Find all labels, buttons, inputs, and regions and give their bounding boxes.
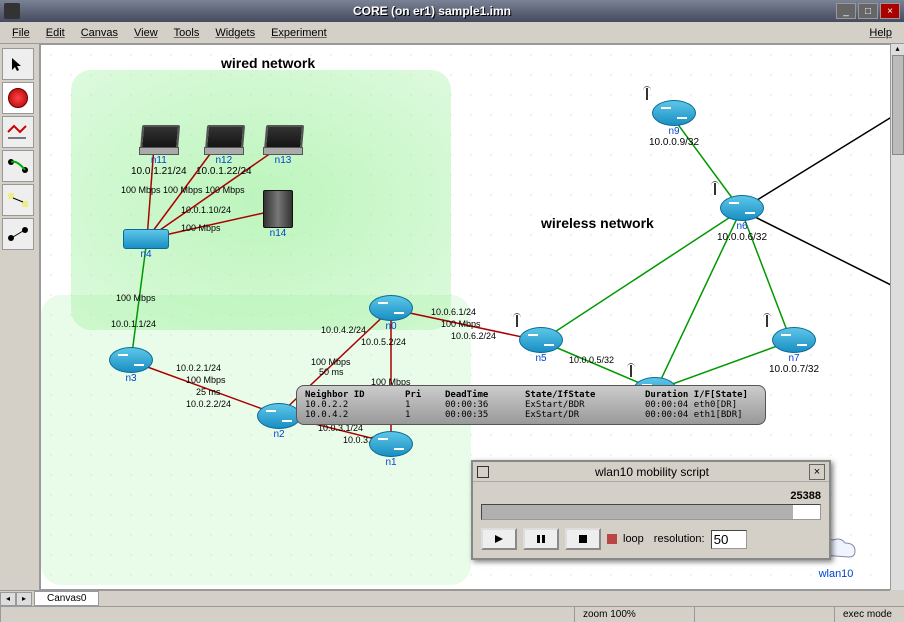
menu-widgets[interactable]: Widgets [207,25,263,41]
vertical-scrollbar[interactable]: ▴ [890,44,904,590]
node-ip: 10.0.0.5/32 [569,355,614,365]
loop-label: loop [623,533,644,545]
node-n3[interactable]: n3 [109,347,153,384]
menu-edit[interactable]: Edit [38,25,73,41]
router-icon [109,347,153,373]
wireless-label: wireless network [541,215,654,231]
wired-zone [71,70,451,330]
tab-right-arrow[interactable]: ▸ [16,592,32,606]
router-icon [652,100,696,126]
link-label: 100 Mbps [116,293,156,303]
node-n13[interactable]: n13 [263,125,303,166]
node-n9[interactable]: n910.0.0.9/32 [649,100,699,148]
menu-canvas[interactable]: Canvas [73,25,126,41]
menu-tools[interactable]: Tools [166,25,208,41]
table-row: 10.0.4.2100:00:35ExStart/DR00:00:04 eth1… [305,410,757,420]
status-empty [0,607,574,622]
window-menu-icon[interactable] [477,466,489,478]
twonode-tool[interactable] [2,184,34,216]
loop-flag-icon [607,534,617,544]
canvas-tab[interactable]: Canvas0 [34,591,99,606]
node-n0[interactable]: n0 [369,295,413,332]
status-zoom: zoom 100% [574,607,694,622]
link-label: 10.0.4.2/24 [321,325,366,335]
antenna-icon [763,315,771,329]
link-label: 100 Mbps [441,319,481,329]
mobility-title: wlan10 mobility script [495,465,809,479]
router-icon [772,327,816,353]
tab-left-arrow[interactable]: ◂ [0,592,16,606]
router-icon [519,327,563,353]
node-n1[interactable]: n1 [369,431,413,468]
node-n11[interactable]: n1110.0.1.21/24 [131,125,187,177]
laptop-icon [204,125,244,155]
app-icon [4,3,20,19]
observer-tool[interactable] [2,116,34,148]
mobility-script-window[interactable]: wlan10 mobility script × 25388 loop reso… [471,460,831,560]
laptop-icon [263,125,303,155]
link-label: 10.0.5.2/24 [361,337,406,347]
router-icon [369,295,413,321]
resolution-input[interactable] [711,530,747,549]
window-title: CORE (on er1) sample1.imn [28,4,836,18]
menu-help[interactable]: Help [861,25,900,41]
canvas[interactable]: wired network wireless network 100 Mbps … [40,44,904,590]
link-label: 10.0.2.1/24 [176,363,221,373]
stop-tool[interactable] [2,82,34,114]
status-blank [694,607,834,622]
marker-tool[interactable] [2,150,34,182]
link-label: 100 Mbps [311,357,351,367]
close-icon[interactable]: × [809,464,825,480]
laptop-icon [139,125,179,155]
link-label: 50 ms [319,367,344,377]
menu-view[interactable]: View [126,25,166,41]
link-label: 10.0.6.2/24 [451,331,496,341]
status-mode: exec mode [834,607,904,622]
maximize-button[interactable]: □ [858,3,878,19]
link-label: 100 Mbps [186,375,226,385]
switch-icon [123,229,169,249]
node-n2[interactable]: n2 [257,403,301,440]
node-n7[interactable]: n710.0.0.7/32 [769,327,819,375]
node-n4[interactable]: n4 [123,229,169,260]
wired-label: wired network [221,55,315,71]
select-tool[interactable] [2,48,34,80]
resolution-label: resolution: [654,533,705,545]
node-n12[interactable]: n1210.0.1.22/24 [196,125,252,177]
link-label: 25 ms [196,387,221,397]
table-row: 10.0.2.2100:00:36ExStart/BDR00:00:04 eth… [305,400,757,410]
close-button[interactable]: × [880,3,900,19]
link-label: 100 Mbps 100 Mbps 100 Mbps [121,185,245,195]
link-label: 10.0.1.1/24 [111,319,156,329]
link-label: 100 Mbps [181,223,221,233]
mobility-value: 25388 [481,490,821,502]
minimize-button[interactable]: _ [836,3,856,19]
node-n6[interactable]: n610.0.0.6/32 [717,195,767,243]
antenna-icon [513,315,521,329]
server-icon [263,190,293,228]
node-n14[interactable]: n14 [263,190,293,239]
stop-button[interactable] [565,528,601,550]
play-button[interactable] [481,528,517,550]
router-icon [257,403,301,429]
link-label: 10.0.6.1/24 [431,307,476,317]
node-n5[interactable]: n5 [519,327,563,364]
pause-button[interactable] [523,528,559,550]
menu-experiment[interactable]: Experiment [263,25,335,41]
antenna-icon [627,365,635,379]
link-label: 10.0.2.2/24 [186,399,231,409]
link-label: 10.0.1.10/24 [181,205,231,215]
router-icon [720,195,764,221]
ospf-neighbors-widget[interactable]: Neighbor ID Pri DeadTime State/IfState D… [296,385,766,425]
progress-bar[interactable] [481,504,821,520]
antenna-icon [643,88,651,102]
menu-file[interactable]: File [4,25,38,41]
run-tool[interactable] [2,218,34,250]
antenna-icon [711,183,719,197]
router-icon [369,431,413,457]
